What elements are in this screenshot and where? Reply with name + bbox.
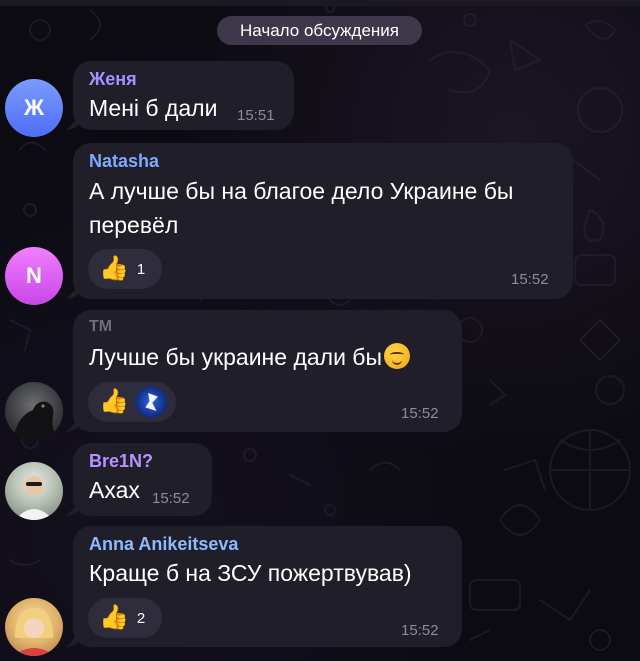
message-text: Краще б на ЗСУ пожертвував) [89, 560, 412, 586]
message-text-line-2: перевёл [89, 212, 179, 238]
reaction-count: 1 [136, 260, 146, 278]
message-time: 15:51 [237, 107, 275, 124]
message-text: Мені б дали [89, 95, 218, 121]
message-text-content: Лучше бы украине дали бы [89, 344, 383, 370]
message-bubble[interactable]: Anna Anikeitseva Краще б на ЗСУ пожертву… [73, 526, 462, 647]
message-time: 15:52 [401, 405, 439, 422]
thumbs-up-icon: 👍 [99, 604, 129, 631]
panther-photo [13, 401, 57, 440]
thumbs-up-icon: 👍 [99, 255, 129, 282]
sender-name[interactable]: Natasha [89, 151, 159, 172]
message-text: Лучше бы украине дали бы [89, 340, 411, 374]
avatar-natasha[interactable]: N [5, 247, 63, 305]
message-bubble[interactable]: Bre1N? Ахах 15:52 [73, 443, 212, 516]
message-bubble[interactable]: TM Лучше бы украине дали бы 👍 15:52 [73, 310, 462, 432]
avatar-bre1n[interactable] [5, 462, 63, 520]
avatar-zhenya[interactable]: Ж [5, 79, 63, 137]
message-bubble[interactable]: Natasha А лучше бы на благое дело Украин… [73, 143, 573, 299]
reaction-chip[interactable]: 👍 [88, 382, 176, 422]
person-photo [13, 608, 55, 656]
message-time: 15:52 [511, 271, 549, 288]
message-time: 15:52 [152, 490, 190, 507]
message-text-line-1: А лучше бы на благое дело Украине бы [89, 178, 514, 204]
avatar-anna[interactable] [5, 598, 63, 656]
sender-name[interactable]: Anna Anikeitseva [89, 534, 238, 555]
message-text: Ахах [89, 477, 140, 503]
sender-name[interactable]: TM [89, 318, 112, 336]
message-time: 15:52 [401, 622, 439, 639]
reactor-avatar [134, 386, 167, 418]
avatar-letter: N [26, 263, 42, 288]
avatar-letter: Ж [24, 95, 44, 120]
avatar-tm[interactable] [5, 382, 63, 440]
top-edge [0, 0, 640, 6]
sender-name[interactable]: Женя [89, 69, 137, 90]
smirking-face-emoji [384, 343, 411, 369]
sender-name[interactable]: Bre1N? [89, 451, 153, 472]
thumbs-up-icon: 👍 [99, 388, 129, 415]
discussion-start-label: Начало обсуждения [217, 16, 422, 45]
reaction-chip[interactable]: 👍 1 [88, 249, 162, 289]
reaction-count: 2 [136, 609, 146, 627]
message-bubble[interactable]: Женя Мені б дали 15:51 [73, 61, 294, 130]
reaction-chip[interactable]: 👍 2 [88, 598, 162, 638]
person-photo [15, 476, 53, 520]
